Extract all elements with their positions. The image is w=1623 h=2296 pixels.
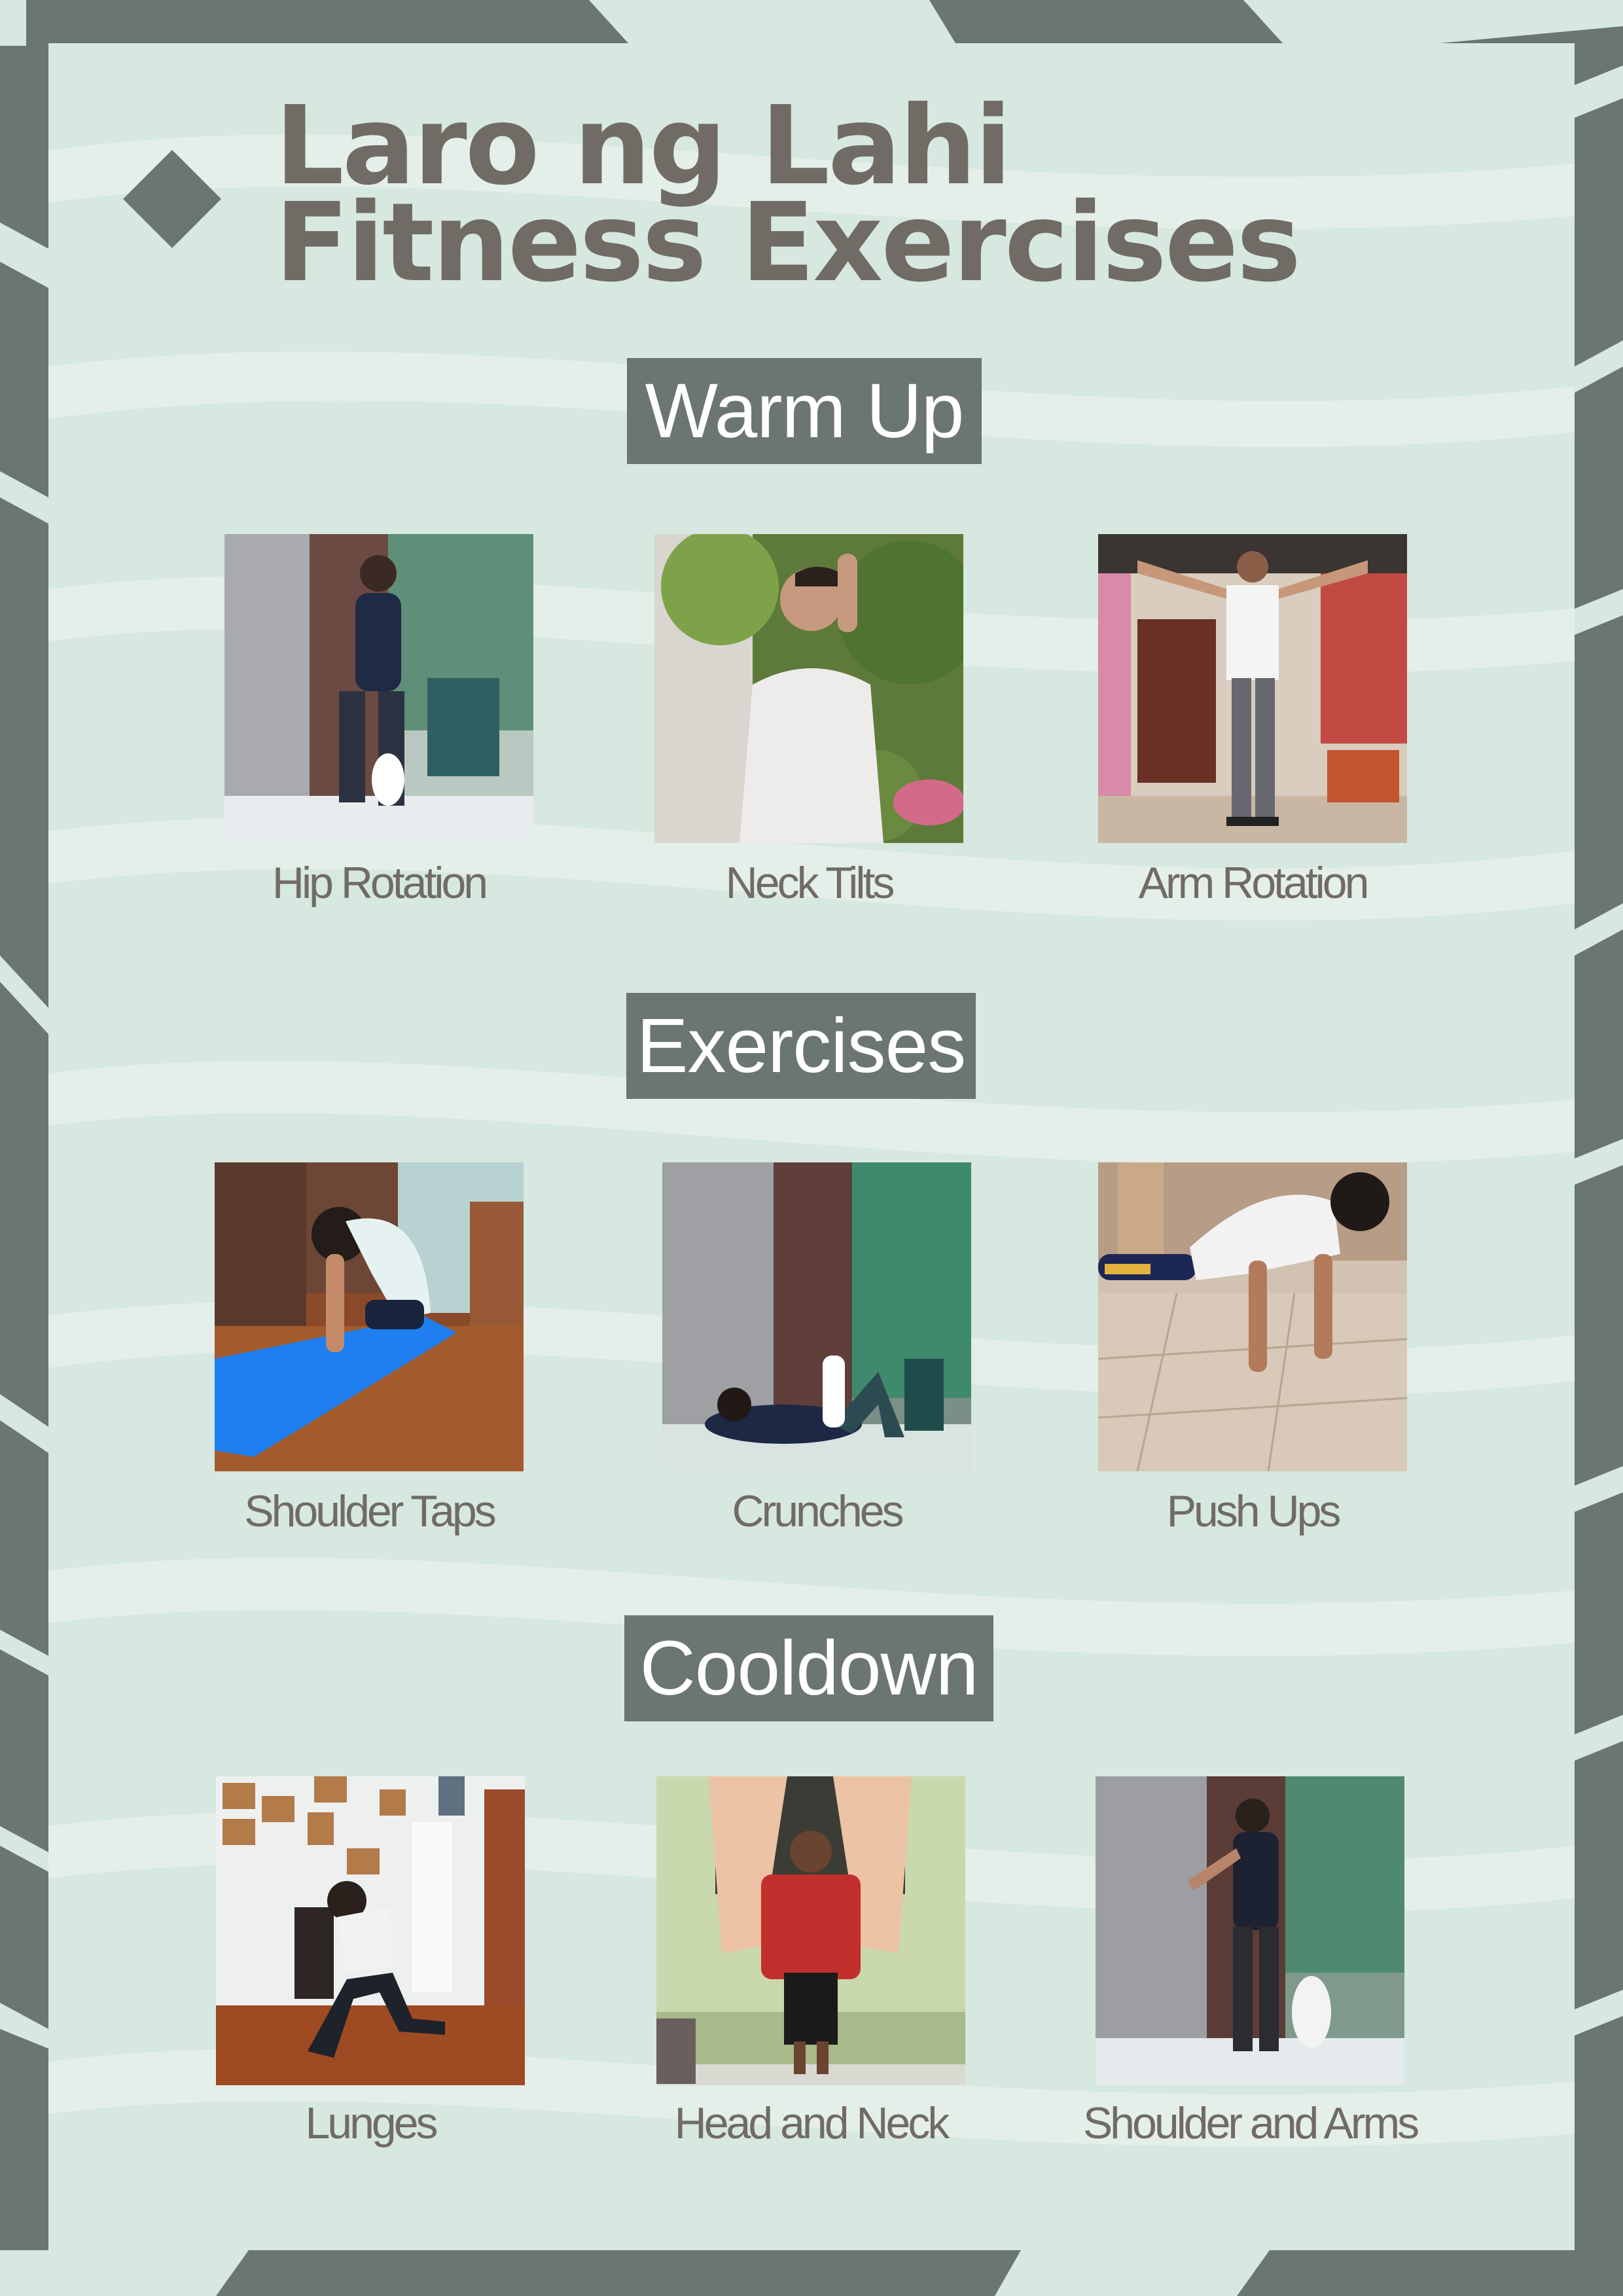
photo-crunches [662, 1162, 971, 1471]
caption-push-ups: Push Ups [1166, 1486, 1342, 1536]
photo-neck-tilts [654, 534, 963, 843]
photo-shoulder-taps [215, 1162, 524, 1471]
photo-head-and-neck [656, 1776, 965, 2085]
section-heading-cooldown: Cooldown [624, 1615, 993, 1721]
caption-crunches: Crunches [732, 1486, 904, 1536]
section-heading-exercises: Exercises [626, 993, 976, 1099]
page-title: Laro ng Lahi Fitness Exercises [275, 92, 1518, 306]
photo-arm-rotation [1098, 534, 1407, 843]
caption-shoulder-taps: Shoulder Taps [244, 1486, 497, 1536]
diamond-icon [123, 150, 221, 248]
title-line-2: Fitness Exercises [275, 180, 1301, 306]
photo-hip-rotation [224, 534, 533, 843]
caption-head-and-neck: Head and Neck [674, 2098, 950, 2148]
photo-shoulder-and-arms [1096, 1776, 1404, 2085]
caption-shoulder-and-arms: Shoulder and Arms [1082, 2098, 1419, 2148]
caption-arm-rotation: Arm Rotation [1138, 858, 1370, 908]
caption-lunges: Lunges [305, 2098, 438, 2148]
caption-hip-rotation: Hip Rotation [272, 858, 488, 908]
photo-lunges [216, 1776, 525, 2085]
caption-neck-tilts: Neck Tilts [725, 858, 895, 908]
photo-push-ups [1098, 1162, 1407, 1471]
section-heading-warm-up: Warm Up [627, 358, 982, 464]
